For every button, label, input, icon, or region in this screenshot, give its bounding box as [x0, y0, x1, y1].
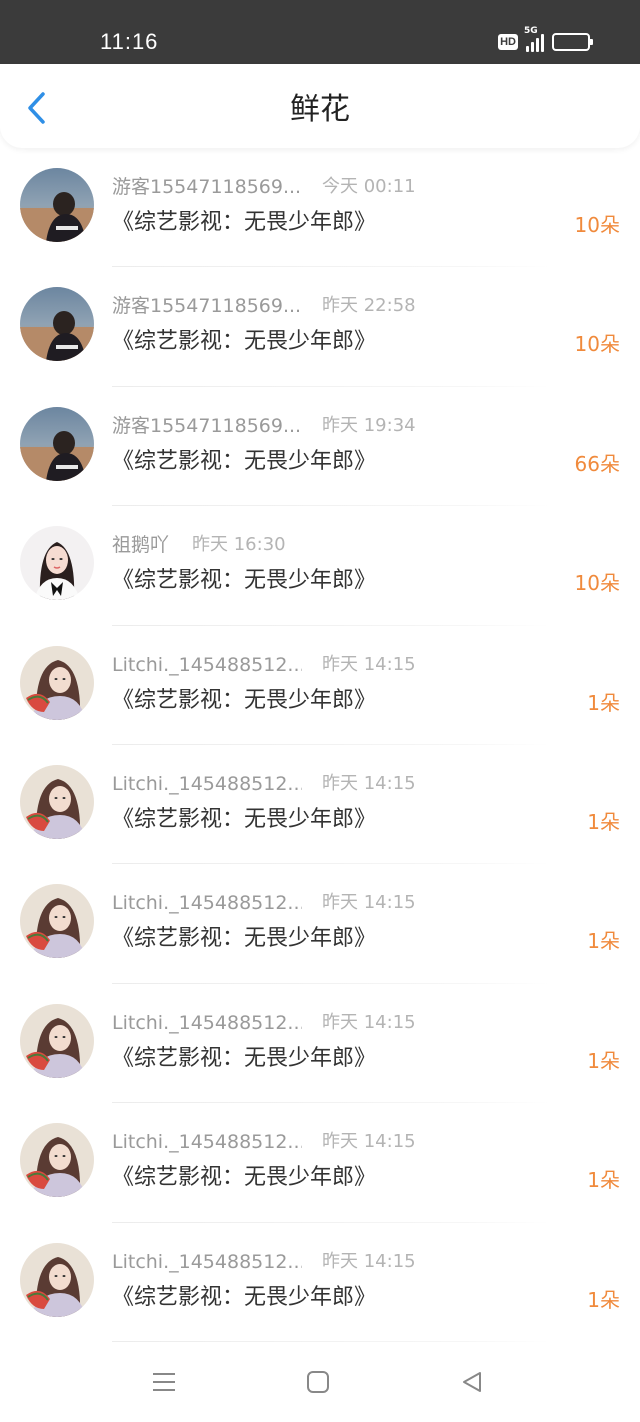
work-title: 《综艺影视：无畏少年郎》: [112, 687, 377, 713]
flower-count: 1朵: [587, 809, 620, 834]
home-square-icon: [307, 1371, 329, 1393]
timestamp: 昨天 14:15: [322, 772, 416, 794]
username: 祖鹅吖: [112, 534, 170, 557]
work-title: 《综艺影视：无畏少年郎》: [112, 1045, 377, 1071]
back-nav-button[interactable]: [442, 1352, 502, 1412]
work-title: 《综艺影视：无畏少年郎》: [112, 210, 377, 235]
avatar[interactable]: [20, 884, 94, 959]
work-title: 《综艺影视：无畏少年郎》: [112, 568, 377, 594]
list-item[interactable]: 游客15547118569... 昨天 19:34 《综艺影视：无畏少年郎》 66朵: [0, 387, 640, 507]
avatar[interactable]: [20, 287, 94, 362]
work-title: 《综艺影视：无畏少年郎》: [112, 448, 377, 474]
username: 游客15547118569...: [112, 176, 302, 198]
list-item[interactable]: 祖鹅吖 昨天 16:30 《综艺影视：无畏少年郎》 10朵: [0, 506, 640, 626]
avatar[interactable]: [20, 1003, 94, 1078]
timestamp: 昨天 14:15: [322, 892, 416, 914]
list-item[interactable]: Litchi._145488512... 昨天 14:15 《综艺影视：无畏少年郎》…: [0, 864, 640, 985]
status-time: 11:16: [100, 29, 159, 54]
list-item[interactable]: 游客15547118569... 昨天 22:58 《综艺影视：无畏少年郎》 10朵: [0, 267, 640, 388]
menu-icon: [153, 1373, 175, 1391]
avatar[interactable]: [20, 764, 94, 839]
status-bar: 11:16 HD 5G: [0, 0, 640, 64]
home-button[interactable]: [288, 1352, 348, 1412]
username: 游客15547118569...: [112, 414, 302, 437]
page-title: 鲜花: [290, 92, 350, 127]
flower-count: 1朵: [587, 1048, 620, 1073]
username: Litchi._145488512...: [112, 1011, 302, 1034]
flower-count: 66朵: [574, 451, 620, 476]
username: Litchi._145488512...: [112, 892, 302, 915]
work-title: 《综艺影视：无畏少年郎》: [112, 926, 377, 952]
avatar[interactable]: [20, 1242, 94, 1317]
back-triangle-icon: [463, 1372, 481, 1392]
system-nav-bar: [0, 1342, 640, 1422]
timestamp: 昨天 14:15: [322, 1011, 416, 1033]
timestamp: 昨天 14:15: [322, 653, 416, 675]
list-item[interactable]: Litchi._145488512... 昨天 14:15 《综艺影视：无畏少年郎》…: [0, 745, 640, 865]
flower-count: 1朵: [587, 929, 620, 954]
flower-count: 1朵: [587, 690, 620, 715]
hd-badge: HD: [498, 34, 518, 50]
flower-count: 1朵: [587, 1287, 620, 1312]
username: Litchi._145488512...: [112, 1250, 302, 1273]
timestamp: 昨天 19:34: [322, 414, 416, 436]
signal-icon: 5G: [524, 26, 544, 52]
avatar[interactable]: [20, 168, 94, 242]
list-item[interactable]: Litchi._145488512... 昨天 14:15 《综艺影视：无畏少年郎》…: [0, 1103, 640, 1223]
list-item[interactable]: 游客15547118569... 今天 00:11 《综艺影视：无畏少年郎》 10朵: [0, 148, 640, 268]
timestamp: 昨天 16:30: [192, 534, 286, 556]
work-title: 《综艺影视：无畏少年郎》: [112, 1165, 377, 1191]
flower-count: 1朵: [587, 1168, 620, 1193]
list-item[interactable]: Litchi._145488512... 昨天 14:15 《综艺影视：无畏少年郎》…: [0, 984, 640, 1104]
work-title: 《综艺影视：无畏少年郎》: [112, 329, 377, 355]
avatar[interactable]: [20, 526, 94, 601]
battery-icon: [552, 33, 593, 51]
menu-button[interactable]: [134, 1352, 194, 1412]
username: Litchi._145488512...: [112, 653, 302, 676]
gift-list: 游客15547118569... 今天 00:11 《综艺影视：无畏少年郎》 10朵游…: [0, 148, 640, 1343]
list-item[interactable]: Litchi._145488512... 昨天 14:15 《综艺影视：无畏少年郎》…: [0, 1223, 640, 1343]
username: 游客15547118569...: [112, 295, 302, 318]
avatar[interactable]: [20, 645, 94, 720]
timestamp: 昨天 22:58: [322, 295, 416, 317]
timestamp: 昨天 14:15: [322, 1131, 416, 1153]
timestamp: 今天 00:11: [322, 176, 416, 197]
avatar[interactable]: [20, 1123, 94, 1198]
username: Litchi._145488512...: [112, 772, 302, 795]
timestamp: 昨天 14:15: [322, 1250, 416, 1272]
flower-count: 10朵: [574, 332, 620, 357]
list-item[interactable]: Litchi._145488512... 昨天 14:15 《综艺影视：无畏少年郎》…: [0, 626, 640, 746]
flower-count: 10朵: [574, 571, 620, 596]
work-title: 《综艺影视：无畏少年郎》: [112, 1284, 377, 1310]
status-icons: HD 5G: [498, 26, 593, 54]
avatar[interactable]: [20, 406, 94, 481]
flower-count: 10朵: [574, 213, 620, 237]
header: 鲜花: [0, 64, 640, 148]
username: Litchi._145488512...: [112, 1131, 302, 1154]
network-type: 5G: [524, 26, 538, 36]
work-title: 《综艺影视：无畏少年郎》: [112, 806, 377, 832]
